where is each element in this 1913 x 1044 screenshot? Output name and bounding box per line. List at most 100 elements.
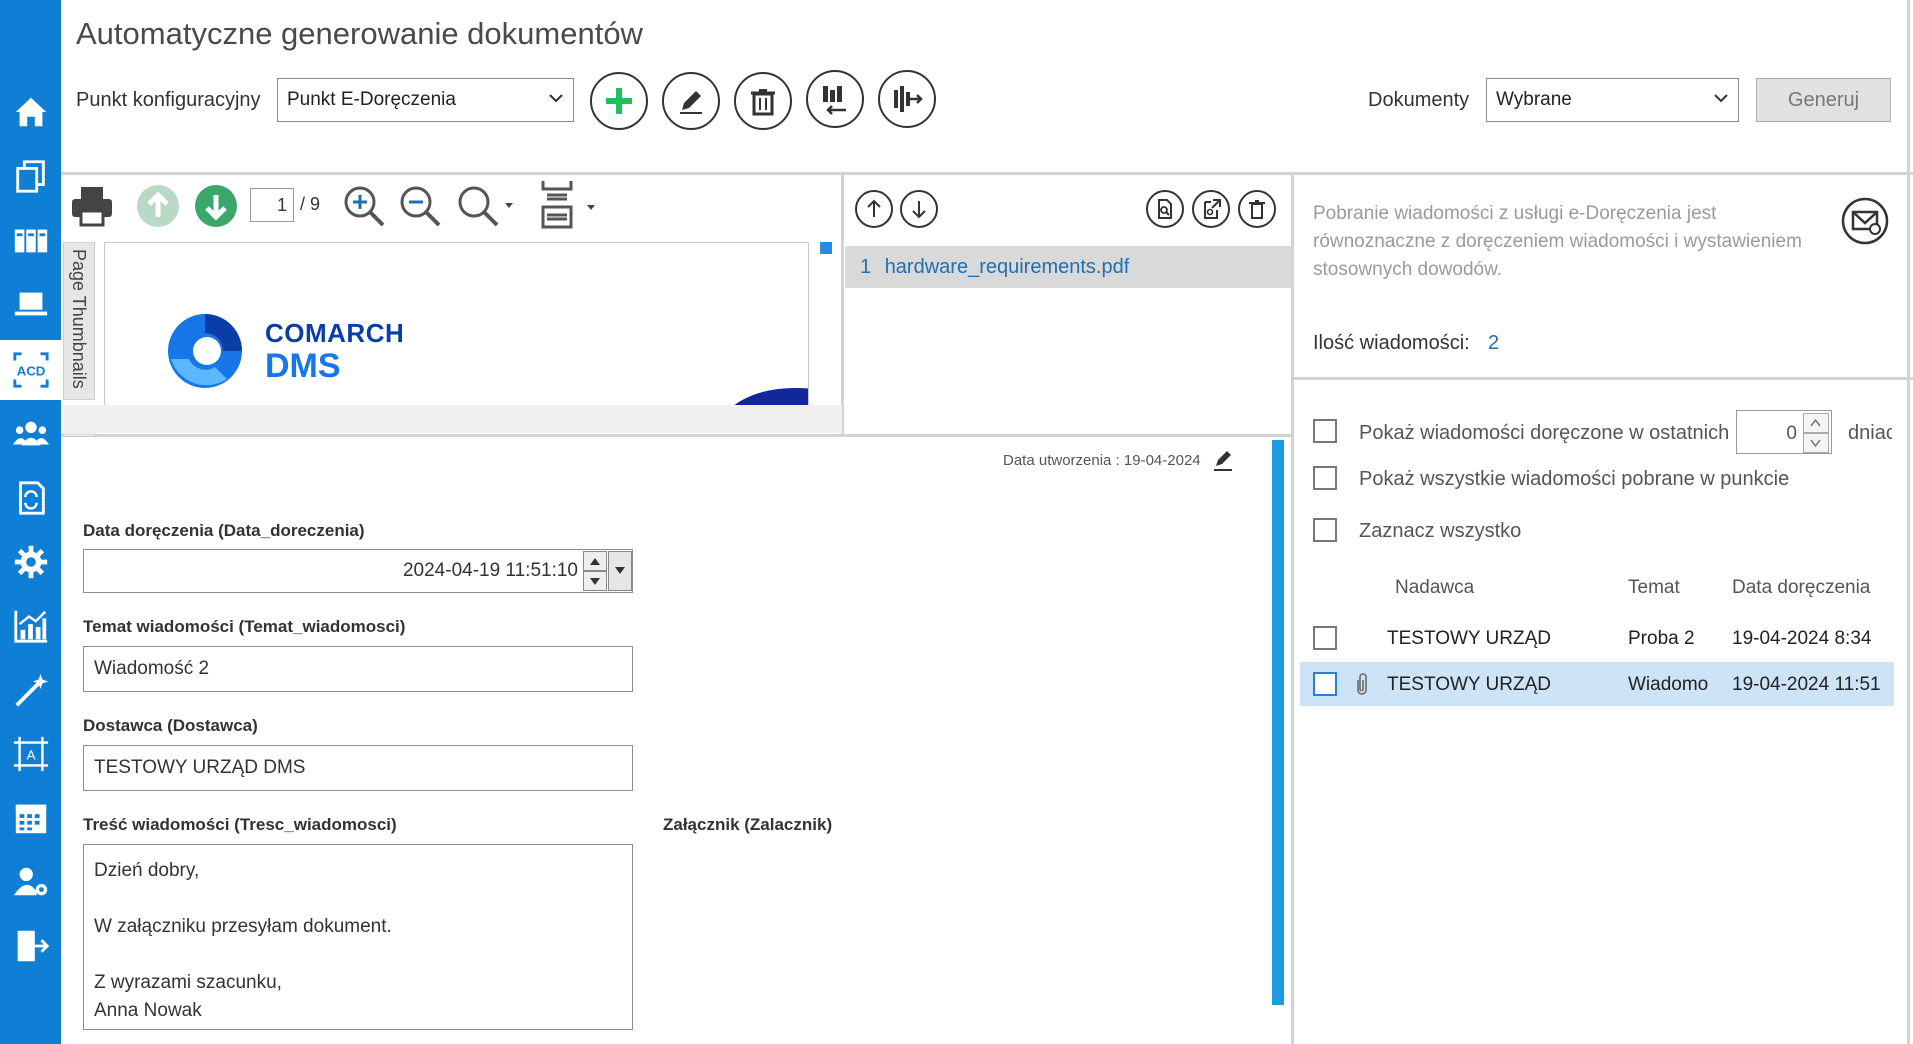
show-delivered-label: Pokaż wiadomości doręczone w ostatnich [1359,422,1730,444]
edit-button[interactable] [662,72,720,130]
settings-icon[interactable] [0,532,61,592]
info-divider [1294,377,1913,380]
row-subject: Wiadomo [1628,674,1709,695]
body-line [94,885,622,913]
message-count-value: 2 [1488,332,1500,354]
attachment-list-item[interactable]: 1 hardware_requirements.pdf [845,246,1291,288]
column-subject[interactable]: Temat [1628,577,1680,599]
spin-down-button[interactable] [583,571,607,591]
supplier-label: Dostawca (Dostawca) [83,716,258,735]
ocr-icon[interactable]: ACD [0,340,61,400]
template-designer-icon[interactable]: A [0,724,61,784]
config-point-select[interactable]: Punkt E-Doręczenia [277,78,574,122]
trash-icon [1249,200,1265,219]
workflow-icon[interactable] [0,468,61,528]
plus-icon [606,88,632,114]
attachment-index: 1 [860,256,872,278]
triangle-up-icon [590,558,600,565]
body-label: Treść wiadomości (Tresc_wiadomosci) [83,815,397,834]
column-sender[interactable]: Nadawca [1395,577,1474,599]
delete-button[interactable] [734,72,792,130]
row-checkbox[interactable] [1313,672,1337,696]
info-text: Pobranie wiadomości z usługi e-Doręczeni… [1313,203,1802,280]
page-number-input[interactable]: 1 [250,188,294,222]
logout-icon[interactable] [0,916,61,976]
sidebar: ACD A [0,0,61,1044]
move-down-button[interactable] [900,190,938,228]
download-messages-icon[interactable] [1840,196,1890,246]
users-icon[interactable] [0,404,61,464]
home-icon[interactable] [0,82,61,142]
print-icon[interactable] [69,183,115,229]
page-total: / 9 [300,194,321,214]
body-textarea[interactable]: Dzień dobry, W załączniku przesyłam doku… [83,844,633,1030]
magic-wand-icon[interactable] [0,660,61,720]
date-picker-button[interactable] [608,551,632,591]
show-all-checkbox[interactable] [1313,466,1337,490]
body-line: Dzień dobry, [94,860,200,881]
import-button[interactable] [806,70,864,128]
page-layout-icon[interactable] [539,179,599,233]
page-thumbnails-tab[interactable]: Page Thumbnails [63,242,95,400]
show-delivered-checkbox[interactable] [1313,419,1337,443]
import-icon [823,86,846,115]
move-up-button[interactable] [855,190,893,228]
zoom-options-icon[interactable] [455,183,515,229]
pdf-horizontal-scrollbar[interactable] [63,405,842,433]
pdf-toolbar [61,175,841,235]
body-line: W załączniku przesyłam dokument. [94,916,392,937]
logo-product: DMS [265,347,341,385]
column-delivery-date[interactable]: Data doręczenia [1732,577,1870,599]
created-date: Data utworzenia : 19-04-2024 [1003,452,1201,469]
export-button[interactable] [878,70,936,128]
workstation-icon[interactable] [0,274,61,334]
chevron-down-icon [615,567,625,574]
user-settings-icon[interactable] [0,852,61,912]
next-page-icon[interactable] [193,183,239,229]
previous-page-icon[interactable] [135,183,181,229]
days-input[interactable]: 0 [1736,410,1832,454]
row-date: 19-04-2024 11:51 [1732,674,1881,695]
reports-icon[interactable] [0,596,61,656]
row-date: 19-04-2024 8:34 [1732,628,1872,649]
open-attachment-button[interactable] [1192,190,1230,228]
body-line: Anna Nowak [94,1000,202,1021]
delete-attachment-button[interactable] [1238,190,1276,228]
attachment-field-label: Załącznik (Zalacznik) [663,815,833,834]
pencil-icon[interactable] [1212,446,1234,472]
subject-value: Wiadomość 2 [94,658,210,679]
triangle-down-icon [590,578,600,585]
arrow-down-icon [912,201,926,219]
subject-field[interactable]: Wiadomość 2 [83,646,633,692]
select-all-checkbox[interactable] [1313,518,1337,542]
row-sender: TESTOWY URZĄD [1387,674,1551,695]
add-button[interactable] [590,72,648,130]
form-vertical-scrollbar[interactable] [1272,440,1284,1005]
row-checkbox[interactable] [1313,626,1337,650]
supplier-field[interactable]: TESTOWY URZĄD DMS [83,745,633,791]
binders-icon[interactable] [0,210,61,270]
spin-up-button[interactable] [583,551,607,571]
days-value: 0 [1786,423,1797,444]
page-thumbnails-label: Page Thumbnails [69,249,89,389]
subject-label: Temat wiadomości (Temat_wiadomosci) [83,617,406,636]
add-attachment-button[interactable] [1146,190,1184,228]
delivery-date-field[interactable]: 2024-04-19 11:51:10 [83,549,633,593]
generate-button[interactable]: Generuj [1756,78,1891,122]
documents-select[interactable]: Wybrane [1486,78,1739,122]
days-down-button[interactable] [1803,433,1829,453]
documents-icon[interactable] [0,146,61,206]
select-all-label: Zaznacz wszystko [1359,520,1522,542]
zoom-in-icon[interactable] [341,183,387,229]
days-up-button[interactable] [1803,413,1829,433]
triangle-up-icon [1810,419,1821,427]
svg-text:ACD: ACD [16,364,45,379]
attachment-name: hardware_requirements.pdf [884,256,1130,278]
show-all-label: Pokaż wszystkie wiadomości pobrane w pun… [1359,468,1790,490]
calendar-icon[interactable] [0,788,61,848]
export-icon [894,86,923,112]
logo-brand: COMARCH [265,318,405,348]
documents-label: Dokumenty [1368,89,1470,111]
zoom-out-icon[interactable] [397,183,443,229]
paperclip-icon [1357,673,1367,695]
